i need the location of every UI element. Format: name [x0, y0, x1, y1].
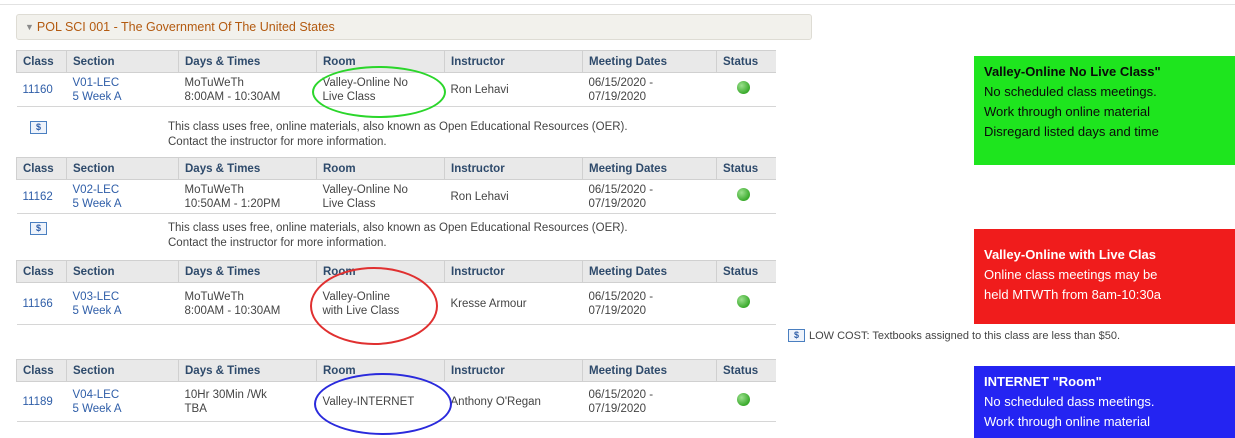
col-days-times: Days & Times [178, 157, 317, 180]
col-meeting-dates: Meeting Dates [582, 359, 717, 382]
section-link[interactable]: V02-LEC 5 Week A [66, 179, 179, 214]
meeting-dates: 06/15/2020 -07/19/2020 [582, 381, 717, 422]
oer-note-line-1: This class uses free, online materials, … [168, 121, 628, 133]
status-open-icon [716, 381, 776, 422]
red-highlight-circle [310, 267, 438, 345]
col-meeting-dates: Meeting Dates [582, 50, 717, 73]
oer-note-line-2: Contact the instructor for more informat… [168, 237, 387, 249]
class-number[interactable]: 11166 [16, 282, 67, 325]
low-cost-text: LOW COST: Textbooks assigned to this cla… [809, 329, 1121, 342]
callout-no-live-class: Valley-Online No Live Class" No schedule… [974, 56, 1235, 165]
course-header[interactable]: ▼ POL SCI 001 - The Government Of The Un… [16, 14, 812, 40]
section-link[interactable]: V04-LEC 5 Week A [66, 381, 179, 422]
col-days-times: Days & Times [178, 260, 317, 283]
class-number[interactable]: 11160 [16, 72, 67, 107]
meeting-dates: 06/15/2020 -07/19/2020 [582, 179, 717, 214]
callout-green-line-3: Disregard listed days and time [984, 124, 1159, 139]
top-divider [0, 4, 1235, 5]
col-class: Class [16, 359, 67, 382]
callout-internet-room: INTERNET "Room" No scheduled dass meetin… [974, 366, 1235, 438]
low-cost-dollar-icon: $ [788, 329, 805, 342]
instructor: Ron Lehavi [444, 179, 583, 214]
green-highlight-circle [312, 66, 446, 118]
col-days-times: Days & Times [178, 50, 317, 73]
collapse-triangle-icon[interactable]: ▼ [25, 22, 34, 32]
col-meeting-dates: Meeting Dates [582, 157, 717, 180]
col-status: Status [716, 157, 776, 180]
blue-highlight-circle [314, 373, 452, 435]
oer-dollar-icon: $ [30, 121, 47, 134]
callout-blue-line-1: No scheduled dass meetings. [984, 394, 1155, 409]
meeting-dates: 06/15/2020 -07/19/2020 [582, 72, 717, 107]
days-times: 10Hr 30Min /Wk TBA [178, 381, 317, 422]
days-times: MoTuWeTh 8:00AM - 10:30AM [178, 282, 317, 325]
status-open-icon [716, 282, 776, 325]
col-meeting-dates: Meeting Dates [582, 260, 717, 283]
instructor: Ron Lehavi [444, 72, 583, 107]
instructor: Anthony O'Regan [444, 381, 583, 422]
callout-blue-line-2: Work through online material [984, 414, 1150, 429]
callout-green-line-2: Work through online material [984, 104, 1150, 119]
status-open-icon [716, 179, 776, 214]
callout-green-title: Valley-Online No Live Class" [984, 64, 1161, 79]
oer-note-line-2: Contact the instructor for more informat… [168, 136, 387, 148]
oer-dollar-icon: $ [30, 222, 47, 235]
callout-red-title: Valley-Online with Live Clas [984, 247, 1156, 262]
status-open-icon [716, 72, 776, 107]
section-link[interactable]: V03-LEC 5 Week A [66, 282, 179, 325]
col-section: Section [66, 157, 179, 180]
col-section: Section [66, 359, 179, 382]
instructor: Kresse Armour [444, 282, 583, 325]
oer-note: $ This class uses free, online materials… [16, 118, 775, 152]
callout-blue-title: INTERNET "Room" [984, 374, 1102, 389]
table-header-row: Class Section Days & Times Room Instruct… [16, 157, 776, 180]
callout-green-line-1: No scheduled class meetings. [984, 84, 1157, 99]
table-row: 11162 V02-LEC 5 Week A MoTuWeTh 10:50AM - … [16, 179, 776, 214]
col-instructor: Instructor [444, 260, 583, 283]
class-number[interactable]: 11162 [16, 179, 67, 214]
oer-note-line-1: This class uses free, online materials, … [168, 222, 628, 234]
callout-red-line-1: Online class meetings may be [984, 267, 1158, 282]
col-class: Class [16, 50, 67, 73]
oer-note: $ This class uses free, online materials… [16, 219, 775, 253]
class-number[interactable]: 11189 [16, 381, 67, 422]
days-times: MoTuWeTh 10:50AM - 1:20PM [178, 179, 317, 214]
col-section: Section [66, 50, 179, 73]
col-status: Status [716, 50, 776, 73]
days-times: MoTuWeTh 8:00AM - 10:30AM [178, 72, 317, 107]
callout-live-class: Valley-Online with Live Clas Online clas… [974, 229, 1235, 324]
room: Valley-Online No Live Class [316, 179, 445, 214]
col-status: Status [716, 260, 776, 283]
callout-red-line-2: held MTWTh from 8am-10:30a [984, 287, 1162, 302]
col-room: Room [316, 157, 445, 180]
col-status: Status [716, 359, 776, 382]
section-link[interactable]: V01-LEC 5 Week A [66, 72, 179, 107]
col-instructor: Instructor [444, 50, 583, 73]
meeting-dates: 06/15/2020 -07/19/2020 [582, 282, 717, 325]
low-cost-note: $ LOW COST: Textbooks assigned to this c… [788, 329, 1120, 342]
col-instructor: Instructor [444, 157, 583, 180]
col-days-times: Days & Times [178, 359, 317, 382]
col-class: Class [16, 157, 67, 180]
col-class: Class [16, 260, 67, 283]
course-title: POL SCI 001 - The Government Of The Unit… [36, 20, 335, 34]
col-instructor: Instructor [444, 359, 583, 382]
section-table-2: Class Section Days & Times Room Instruct… [16, 157, 776, 214]
col-section: Section [66, 260, 179, 283]
